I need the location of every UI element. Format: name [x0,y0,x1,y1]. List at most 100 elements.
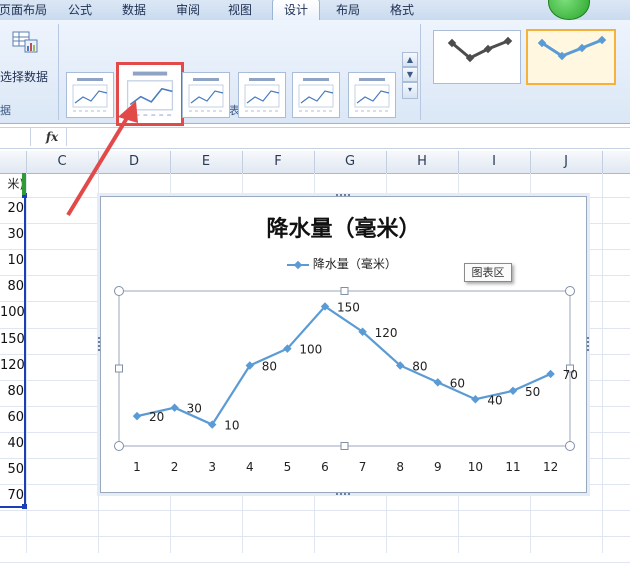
data-label: 60 [450,376,465,390]
data-label: 20 [149,410,164,424]
column-header-e[interactable]: E [170,151,243,173]
plot-area-handle [114,441,124,451]
data-point [358,327,367,336]
cell-b-value[interactable]: 70 [0,488,24,503]
plot-area-border [118,290,571,447]
data-point [508,386,518,396]
chart-legend[interactable]: 降水量（毫米） [287,255,397,272]
data-group: 选择数据 据 [0,24,59,120]
data-point [471,395,480,404]
plot-area-handle [114,286,124,296]
data-point [245,361,255,370]
legend-label: 降水量（毫米） [312,257,397,271]
plot-area-handle [565,286,575,296]
data-label: 50 [525,385,540,399]
data-label: 100 [299,343,322,357]
x-tick-label: 1 [133,460,141,474]
cell-b-value[interactable]: 20 [0,201,24,216]
cell-b-value[interactable]: 100 [0,305,25,320]
tab-format[interactable]: 格式 [380,0,424,20]
column-header-h[interactable]: H [386,151,459,173]
data-point [320,302,330,311]
data-label: 40 [487,393,502,407]
gallery-more-button[interactable]: ▾ [402,82,418,99]
chart-resize-handle-top[interactable] [336,194,350,199]
cell-b-value[interactable]: 80 [0,384,24,399]
column-header-b[interactable] [0,151,27,173]
data-point [207,420,217,429]
legend-marker-icon [287,260,309,269]
chart-area[interactable]: 降水量（毫米） 降水量（毫米） 图表区 20 30 10 80 100 150 120 80 6… [98,194,589,495]
x-tick-label: 3 [208,460,216,474]
plot-area-handle [115,364,123,373]
column-header-j[interactable]: J [530,151,603,173]
column-header-g[interactable]: G [314,151,387,173]
tab-layout[interactable]: 布局 [326,0,370,20]
tab-data[interactable]: 数据 [112,0,156,20]
select-data-button[interactable]: 选择数据 [0,68,58,85]
data-label: 80 [262,360,277,374]
data-point [433,378,443,387]
chart-style-option[interactable] [433,30,521,84]
formula-divider [30,128,31,146]
tab-design[interactable]: 设计 [272,0,320,22]
header-cell-highlight [22,173,26,195]
column-gridline [26,173,27,553]
cell-b-value[interactable]: 10 [0,253,24,268]
gallery-scroll-up-button[interactable]: ▲ [402,52,418,67]
x-tick-label: 11 [505,460,520,474]
data-label: 120 [375,326,398,340]
x-tick-label: 12 [543,460,558,474]
chart-layout-option[interactable] [292,72,340,118]
select-data-icon[interactable] [12,30,38,54]
plot-area-handle [340,442,349,450]
data-point [170,403,179,412]
chart-style-option-selected[interactable] [526,29,616,85]
data-point [283,344,292,353]
data-label: 30 [187,402,202,416]
cell-b-value[interactable]: 40 [0,436,24,451]
gallery-scroll-down-button[interactable]: ▼ [402,67,418,82]
column-gridline [98,173,99,553]
data-point [132,411,142,421]
tab-review[interactable]: 审阅 [166,0,210,20]
chart-area-tooltip: 图表区 [464,263,512,282]
column-header-f[interactable]: F [242,151,315,173]
x-tick-label: 9 [434,460,442,474]
x-tick-label: 10 [468,460,483,474]
selection-border [24,173,26,507]
cell-b-value[interactable]: 50 [0,462,24,477]
chart-layout-option[interactable] [238,72,286,118]
chart-layout-option[interactable] [182,72,230,118]
column-header-k[interactable] [602,151,630,173]
selection-handle[interactable] [22,504,27,509]
plot-area-handle [340,287,349,295]
row-gridline [0,536,630,538]
chart-title[interactable]: 降水量（毫米） [101,211,586,243]
column-gridline [602,173,603,553]
data-label: 150 [337,300,360,314]
x-tick-label: 4 [246,460,254,474]
data-label: 10 [224,419,239,433]
cell-b-value[interactable]: 120 [0,358,25,373]
x-tick-label: 2 [171,460,179,474]
cell-b-value[interactable]: 80 [0,279,24,294]
column-header-i[interactable]: I [458,151,531,173]
chart-resize-handle-right[interactable] [584,337,589,351]
tab-view[interactable]: 视图 [218,0,262,20]
row-gridline [0,510,630,512]
data-group-label: 据 [0,104,11,117]
chart-resize-handle-left[interactable] [98,337,103,351]
plot-area-handle [566,364,574,373]
chart-layout-option[interactable] [348,72,396,118]
x-tick-label: 7 [359,460,367,474]
ribbon-tab-bar: 页面布局 公式 数据 审阅 视图 设计 布局 格式 [0,0,630,22]
tab-formulas[interactable]: 公式 [58,0,102,20]
cell-b-value[interactable]: 30 [0,227,24,242]
cell-b-value[interactable]: 150 [0,332,25,347]
plot-area-handle [565,441,575,451]
chart-resize-handle-bottom[interactable] [336,490,350,495]
tab-page-layout[interactable]: 页面布局 [0,0,52,20]
column-b-header-cell[interactable]: 米) [0,175,24,192]
cell-b-value[interactable]: 60 [0,410,24,425]
